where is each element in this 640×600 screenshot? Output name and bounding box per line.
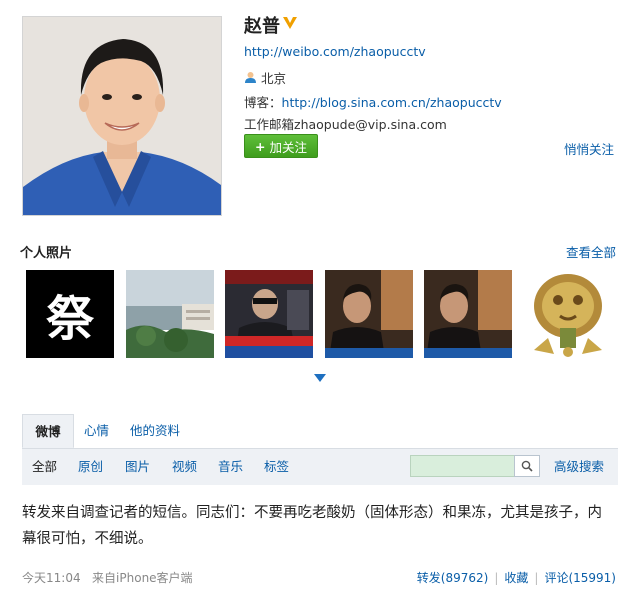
location-line: 北京 — [244, 68, 286, 87]
post-time[interactable]: 今天11:04 — [22, 571, 81, 585]
search-button[interactable] — [514, 455, 540, 477]
photo-thumb-2[interactable] — [126, 270, 214, 358]
tv-screenshot-2 — [325, 270, 413, 358]
filter-original[interactable]: 原创 — [78, 449, 103, 485]
verified-v-icon[interactable] — [282, 16, 298, 30]
blog-url-link[interactable]: http://blog.sina.com.cn/zhaopucctv — [282, 95, 502, 110]
ornate-mask-image — [524, 270, 612, 358]
filter-music[interactable]: 音乐 — [218, 449, 243, 485]
separator: | — [494, 571, 499, 585]
advanced-search-link[interactable]: 高级搜索 — [554, 449, 604, 485]
photo-thumb-1[interactable]: 祭 — [26, 270, 114, 358]
post-source: 来自iPhone客户端 — [92, 571, 193, 585]
search-icon — [521, 460, 533, 472]
plus-icon: + — [255, 138, 266, 154]
tv-screenshot-1 — [225, 270, 313, 358]
profile-name: 赵普 — [244, 16, 280, 37]
separator: | — [534, 571, 539, 585]
chevron-down-icon[interactable] — [314, 374, 326, 382]
tab-mood[interactable]: 心情 — [74, 414, 119, 448]
post-text: 转发来自调查记者的短信。同志们：不要再吃老酸奶（固体形态）和果冻，尤其是孩子，内… — [22, 505, 602, 547]
search-input[interactable] — [410, 455, 514, 477]
quiet-follow-link[interactable]: 悄悄关注 — [564, 139, 614, 158]
photo-thumb-1-char: 祭 — [45, 291, 94, 347]
blog-line: 博客：http://blog.sina.com.cn/zhaopucctv — [244, 92, 502, 111]
photo-thumb-4[interactable] — [325, 270, 413, 358]
filter-images[interactable]: 图片 — [125, 449, 150, 485]
location-text: 北京 — [261, 71, 287, 86]
weibo-url-link[interactable]: http://weibo.com/zhaopucctv — [244, 44, 426, 59]
weibo-url-line: http://weibo.com/zhaopucctv — [244, 44, 426, 59]
avatar-photo — [23, 17, 221, 215]
email-text: zhaopude@vip.sina.com — [294, 117, 447, 132]
photo-thumb-5[interactable] — [424, 270, 512, 358]
lake-photo — [126, 270, 214, 358]
post-meta: 今天11:04 来自iPhone客户端 — [22, 569, 193, 586]
photo-thumb-6[interactable] — [524, 270, 612, 358]
view-all-link[interactable]: 查看全部 — [566, 242, 616, 261]
follow-button[interactable]: + 加关注 — [244, 134, 318, 158]
email-line: 工作邮箱zhaopude@vip.sina.com — [244, 114, 447, 133]
repost-link[interactable]: 转发(89762) — [417, 571, 489, 585]
blog-label: 博客： — [244, 95, 282, 110]
content-tabs: 微博 心情 他的资料 — [22, 414, 618, 449]
profile-avatar[interactable] — [22, 16, 222, 216]
filter-all[interactable]: 全部 — [32, 449, 57, 485]
filter-tags[interactable]: 标签 — [264, 449, 289, 485]
tab-profile-info[interactable]: 他的资料 — [120, 414, 190, 448]
tab-weibo[interactable]: 微博 — [22, 414, 74, 448]
person-icon — [245, 72, 256, 83]
tv-screenshot-3 — [424, 270, 512, 358]
filter-bar: 全部 原创 图片 视频 音乐 标签 高级搜索 — [22, 449, 618, 485]
filter-videos[interactable]: 视频 — [172, 449, 197, 485]
photos-title: 个人照片 — [20, 246, 73, 261]
photo-thumb-3[interactable] — [225, 270, 313, 358]
email-label: 工作邮箱 — [244, 117, 295, 132]
post-actions: 转发(89762) | 收藏 | 评论(15991) — [417, 569, 616, 586]
favorite-link[interactable]: 收藏 — [504, 571, 528, 585]
follow-button-label: 加关注 — [269, 139, 307, 155]
comment-link[interactable]: 评论(15991) — [544, 571, 616, 585]
